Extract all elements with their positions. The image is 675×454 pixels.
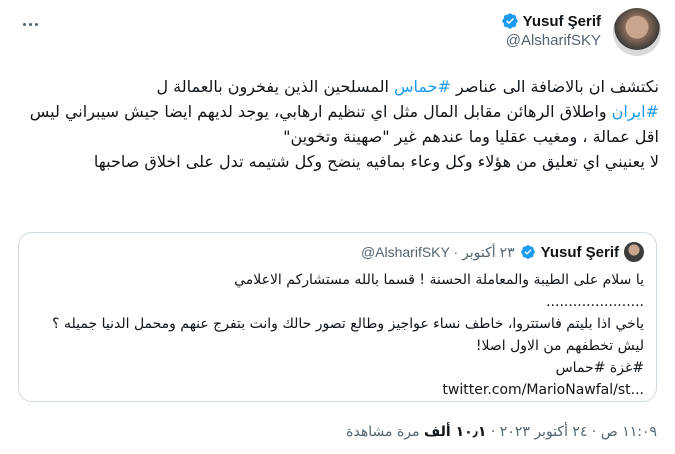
quote-hashtags: #غزة #حماس xyxy=(555,360,644,376)
quote-avatar xyxy=(624,242,644,262)
tweet-footer: ١١:٠٩ ص · ٢٤ أكتوبر ٢٠٢٣ · ١٠٫١ ألف مرة … xyxy=(346,424,657,440)
tweet-header: Yusuf Şerif @AlsharifSKY xyxy=(501,8,661,56)
quote-meta: @AlsharifSKY · ٢٣ أكتوبر xyxy=(360,243,515,260)
quoted-tweet[interactable]: Yusuf Şerif @AlsharifSKY · ٢٣ أكتوبر يا … xyxy=(18,232,657,402)
tweet-text: نكتشف ان بالاضافة الى عناصر #حماس المسلح… xyxy=(16,74,659,174)
quote-link: twitter.com/MarioNawfal/st... xyxy=(442,382,644,398)
tweet-line-3: لا يعنيني اي تعليق من هؤلاء وكل وعاء بما… xyxy=(93,152,659,171)
more-dots-icon[interactable] xyxy=(20,14,40,34)
quote-header: Yusuf Şerif @AlsharifSKY · ٢٣ أكتوبر xyxy=(361,242,644,262)
verified-badge-icon xyxy=(501,13,518,29)
tweet-timestamp[interactable]: ١١:٠٩ ص · ٢٤ أكتوبر ٢٠٢٣ · xyxy=(486,424,657,440)
quote-author-name: Yusuf Şerif xyxy=(540,243,619,261)
author-name[interactable]: Yusuf Şerif xyxy=(523,13,601,30)
avatar[interactable] xyxy=(613,8,661,56)
author-handle[interactable]: @AlsharifSKY xyxy=(501,32,601,49)
quote-dots: ...................... xyxy=(546,294,644,310)
verified-badge-icon xyxy=(520,245,535,259)
quote-line-3: #غزة #حماس twitter.com/MarioNawfal/st... xyxy=(31,357,644,401)
quote-line-2: ياخي اذا بليتم فاستتروا، خاطف نساء عواجي… xyxy=(52,316,644,354)
quote-body: يا سلام على الطيبة والمعاملة الحسنة ! قس… xyxy=(31,269,644,401)
hashtag-iran[interactable]: #ايران xyxy=(612,102,659,121)
views-label: مرة مشاهدة xyxy=(346,424,424,440)
quote-line-1: يا سلام على الطيبة والمعاملة الحسنة ! قس… xyxy=(234,272,644,288)
views-count: ١٠٫١ ألف xyxy=(423,424,487,440)
hashtag-hamas[interactable]: #حماس xyxy=(394,77,451,96)
tweet-line-1: نكتشف ان بالاضافة الى عناصر #حماس المسلح… xyxy=(156,77,659,96)
tweet-line-2: #ايران واطلاق الرهائن مقابل المال مثل اي… xyxy=(29,102,659,146)
author-info: Yusuf Şerif @AlsharifSKY xyxy=(501,12,601,49)
